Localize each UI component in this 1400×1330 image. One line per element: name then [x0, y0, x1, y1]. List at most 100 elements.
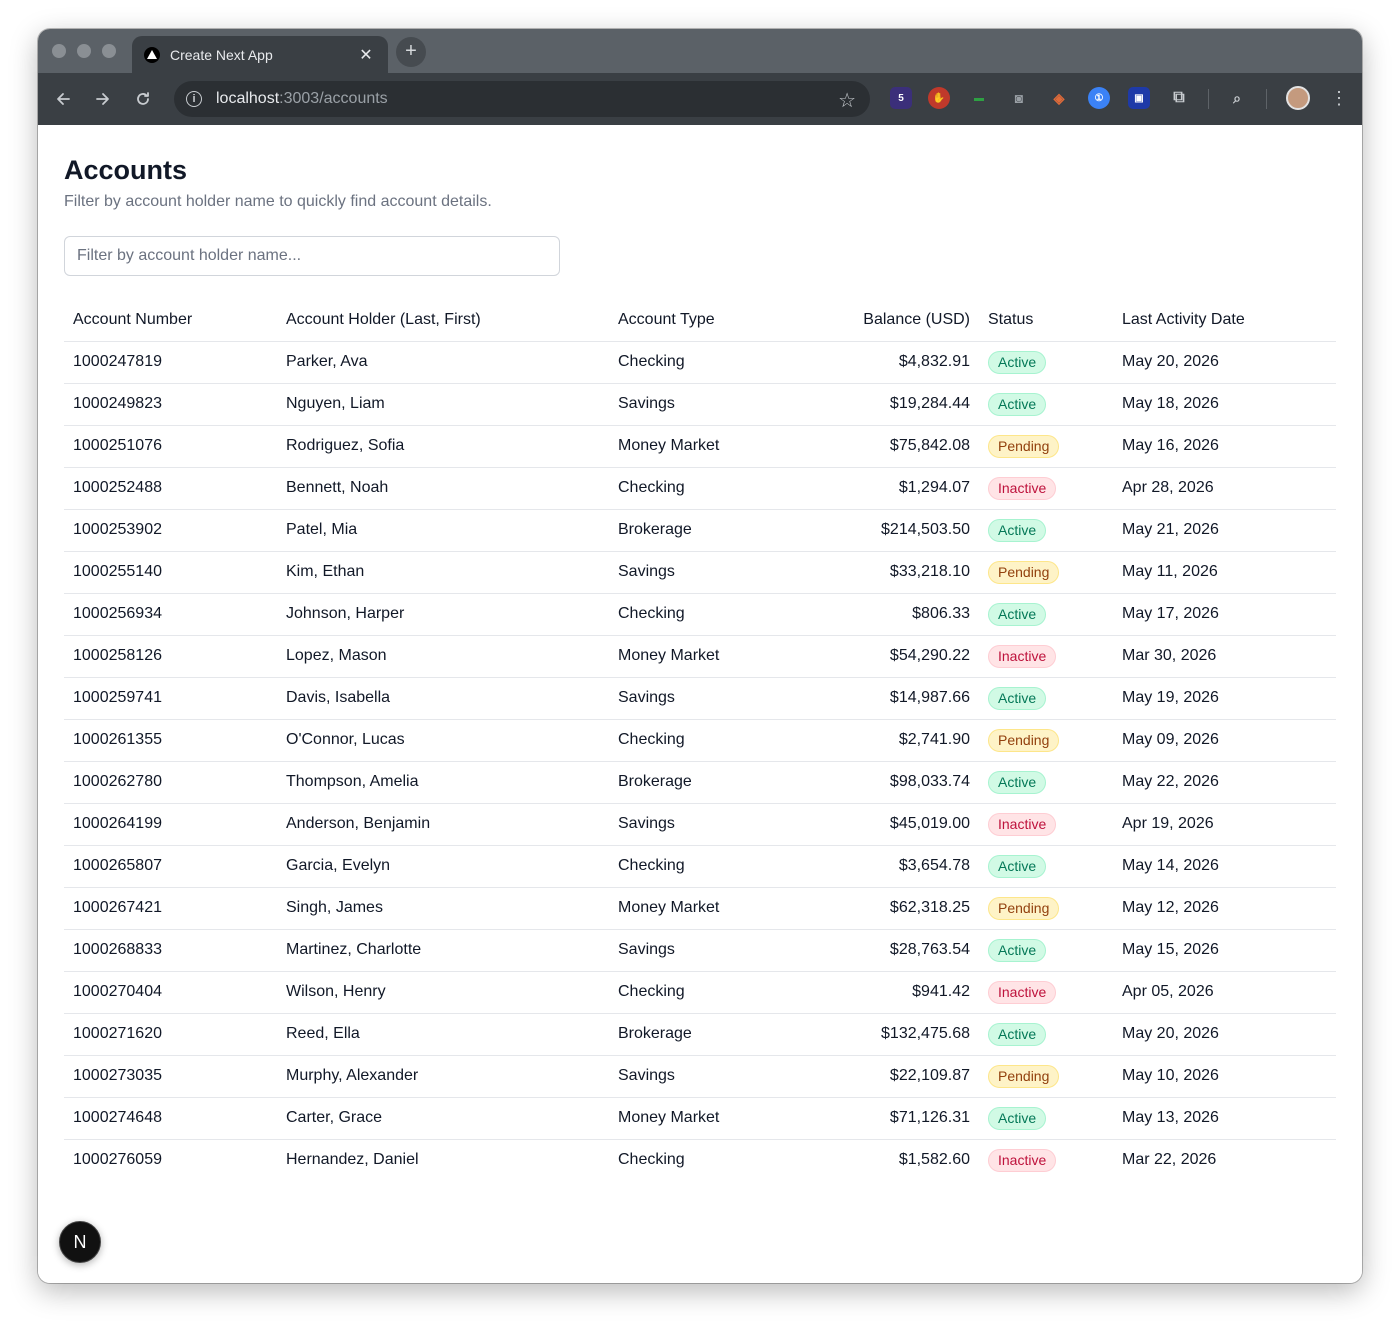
cell-account-holder: Wilson, Henry: [277, 971, 609, 1014]
tab-close-icon[interactable]: ✕: [356, 45, 376, 65]
stop-hand-extension-icon[interactable]: ✋: [928, 87, 950, 109]
cell-account-number: 1000253902: [64, 509, 277, 552]
puzzle-icon[interactable]: ⧉: [1168, 87, 1190, 109]
status-badge: Active: [988, 1022, 1047, 1046]
kebab-icon[interactable]: ⋮: [1330, 87, 1348, 109]
header-last-activity[interactable]: Last Activity Date: [1113, 299, 1336, 342]
table-row[interactable]: 1000249823 Nguyen, Liam Savings $19,284.44 A…: [64, 383, 1336, 426]
cell-account-holder: Bennett, Noah: [277, 467, 609, 510]
status-badge: Pending: [988, 434, 1060, 458]
cell-account-number: 1000249823: [64, 383, 277, 426]
star-icon[interactable]: ☆: [838, 88, 856, 113]
cell-status: Inactive: [979, 803, 1113, 846]
reload-icon[interactable]: [130, 86, 156, 112]
header-account-holder[interactable]: Account Holder (Last, First): [277, 299, 609, 342]
header-status[interactable]: Status: [979, 299, 1113, 342]
arrow-right-icon[interactable]: [90, 86, 116, 112]
cell-account-type: Checking: [609, 467, 805, 510]
cell-last-activity: May 11, 2026: [1113, 551, 1336, 594]
cell-status: Inactive: [979, 467, 1113, 510]
cell-account-type: Checking: [609, 593, 805, 636]
camera-extension-icon[interactable]: ◙: [1008, 87, 1030, 109]
table-row[interactable]: 1000265807 Garcia, Evelyn Checking $3,654.7…: [64, 845, 1336, 888]
cell-account-number: 1000258126: [64, 635, 277, 678]
cell-account-number: 1000268833: [64, 929, 277, 972]
table-row[interactable]: 1000273035 Murphy, Alexander Savings $22,10…: [64, 1055, 1336, 1098]
address-bar[interactable]: i localhost:3003/accounts ☆: [174, 81, 870, 117]
cell-balance: $19,284.44: [805, 383, 979, 426]
info-icon[interactable]: i: [186, 91, 202, 107]
cell-account-number: 1000262780: [64, 761, 277, 804]
cell-last-activity: Mar 30, 2026: [1113, 635, 1336, 678]
cell-account-type: Checking: [609, 719, 805, 762]
table-row[interactable]: 1000264199 Anderson, Benjamin Savings $45,0…: [64, 803, 1336, 846]
tab-strip: Create Next App ✕ +: [38, 29, 1362, 73]
table-row[interactable]: 1000276059 Hernandez, Daniel Checking $1,58…: [64, 1139, 1336, 1181]
table-row[interactable]: 1000255140 Kim, Ethan Savings $33,218.10 Pen…: [64, 551, 1336, 594]
status-badge: Active: [988, 938, 1047, 962]
browser-tab[interactable]: Create Next App ✕: [132, 36, 388, 73]
table-row[interactable]: 1000247819 Parker, Ava Checking $4,832.91 Ac…: [64, 341, 1336, 384]
table-row[interactable]: 1000267421 Singh, James Money Market $62,31…: [64, 887, 1336, 930]
cell-account-holder: Reed, Ella: [277, 1013, 609, 1056]
minimize-window-icon[interactable]: [77, 44, 91, 58]
cell-status: Active: [979, 761, 1113, 804]
table-row[interactable]: 1000268833 Martinez, Charlotte Savings $28,…: [64, 929, 1336, 972]
cell-status: Inactive: [979, 635, 1113, 678]
table-row[interactable]: 1000258126 Lopez, Mason Money Market $54,29…: [64, 635, 1336, 678]
cell-last-activity: May 10, 2026: [1113, 1055, 1336, 1098]
cell-balance: $28,763.54: [805, 929, 979, 972]
extension-badge-icon[interactable]: 5: [890, 87, 912, 109]
password-manager-extension-icon[interactable]: ①: [1088, 87, 1110, 109]
cell-account-number: 1000274648: [64, 1097, 277, 1140]
header-balance[interactable]: Balance (USD): [805, 299, 979, 342]
cell-last-activity: May 09, 2026: [1113, 719, 1336, 762]
table-row[interactable]: 1000261355 O'Connor, Lucas Checking $2,741.…: [64, 719, 1336, 762]
header-account-type[interactable]: Account Type: [609, 299, 805, 342]
status-badge: Pending: [988, 896, 1060, 920]
header-account-number[interactable]: Account Number: [64, 299, 277, 342]
maximize-window-icon[interactable]: [102, 44, 116, 58]
status-badge: Pending: [988, 560, 1060, 584]
status-badge: Active: [988, 686, 1047, 710]
cell-last-activity: Apr 28, 2026: [1113, 467, 1336, 510]
tab-search-icon[interactable]: ⌕: [1226, 87, 1248, 109]
table-row[interactable]: 1000270404 Wilson, Henry Checking $941.42 In…: [64, 971, 1336, 1014]
screen-capture-extension-icon[interactable]: ▣: [1128, 87, 1150, 109]
toolbar-separator: [1266, 89, 1267, 109]
cell-account-number: 1000264199: [64, 803, 277, 846]
table-row[interactable]: 1000271620 Reed, Ella Brokerage $132,475.68…: [64, 1013, 1336, 1056]
table-row[interactable]: 1000253902 Patel, Mia Brokerage $214,503.50…: [64, 509, 1336, 552]
cell-account-number: 1000259741: [64, 677, 277, 720]
cell-status: Active: [979, 593, 1113, 636]
table-row[interactable]: 1000259741 Davis, Isabella Savings $14,987.…: [64, 677, 1336, 720]
cell-last-activity: May 22, 2026: [1113, 761, 1336, 804]
table-row[interactable]: 1000274648 Carter, Grace Money Market $71,1…: [64, 1097, 1336, 1140]
cell-account-number: 1000265807: [64, 845, 277, 888]
cell-last-activity: May 18, 2026: [1113, 383, 1336, 426]
cell-last-activity: Apr 05, 2026: [1113, 971, 1336, 1014]
new-tab-button[interactable]: +: [396, 37, 426, 67]
table-row[interactable]: 1000251076 Rodriguez, Sofia Money Market $7…: [64, 425, 1336, 468]
layers-extension-icon[interactable]: ◈: [1048, 87, 1070, 109]
accounts-table: Account Number Account Holder (Last, Fir…: [64, 299, 1336, 1181]
arrow-left-icon[interactable]: [50, 86, 76, 112]
table-row[interactable]: 1000256934 Johnson, Harper Checking $806.33…: [64, 593, 1336, 636]
cell-account-number: 1000261355: [64, 719, 277, 762]
cell-account-holder: O'Connor, Lucas: [277, 719, 609, 762]
profile-avatar[interactable]: [1286, 86, 1310, 110]
cell-account-holder: Martinez, Charlotte: [277, 929, 609, 972]
nextjs-dev-indicator[interactable]: N: [59, 1221, 101, 1263]
cell-account-type: Money Market: [609, 1097, 805, 1140]
close-window-icon[interactable]: [52, 44, 66, 58]
cell-status: Pending: [979, 887, 1113, 930]
table-row[interactable]: 1000262780 Thompson, Amelia Brokerage $98,0…: [64, 761, 1336, 804]
table-row[interactable]: 1000252488 Bennett, Noah Checking $1,294.07…: [64, 467, 1336, 510]
cell-account-type: Money Market: [609, 635, 805, 678]
filter-input[interactable]: [64, 236, 560, 276]
cell-status: Active: [979, 341, 1113, 384]
cell-account-type: Savings: [609, 929, 805, 972]
toolbar-separator: [1208, 89, 1209, 109]
cell-balance: $71,126.31: [805, 1097, 979, 1140]
green-extension-icon[interactable]: ▬: [968, 87, 990, 109]
